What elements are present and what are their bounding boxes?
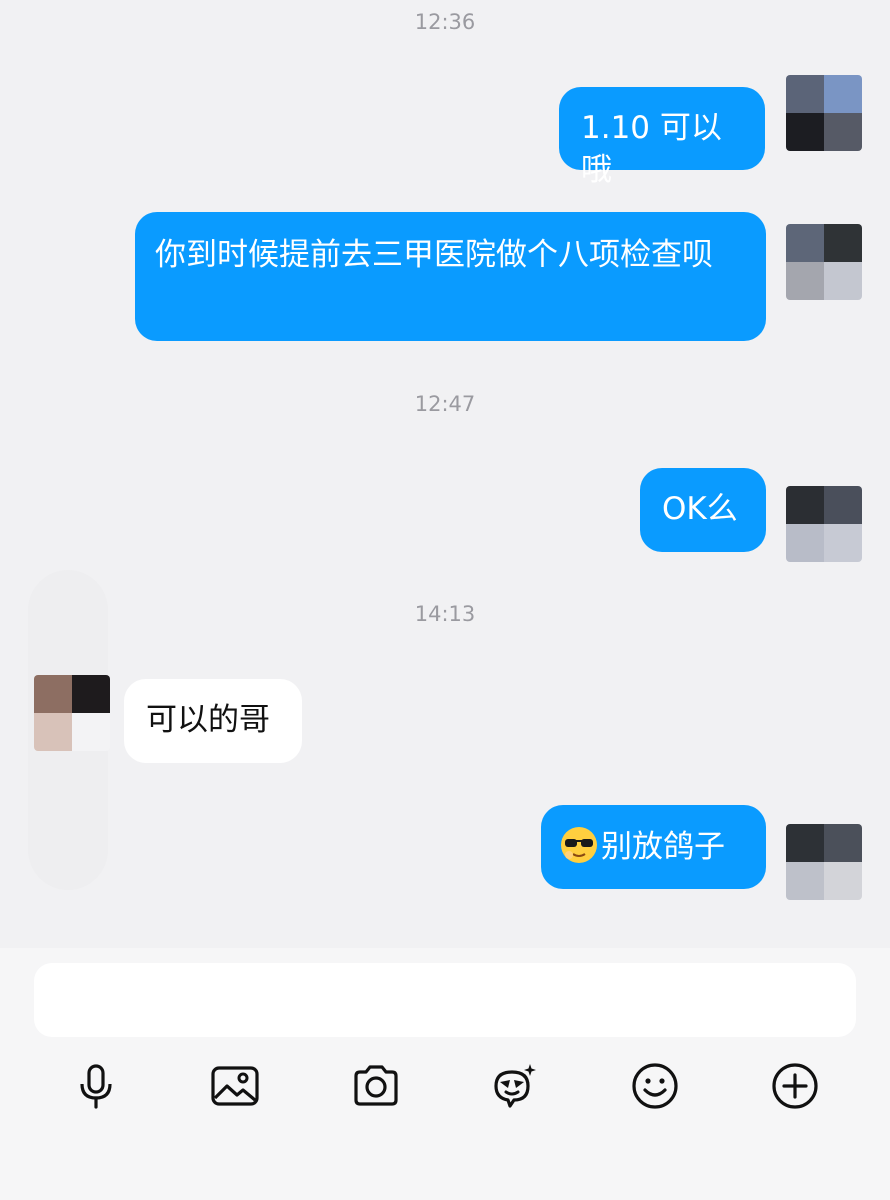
plus-icon xyxy=(772,1063,818,1109)
avatar[interactable] xyxy=(786,824,862,900)
message-text: 你到时候提前去三甲医院做个八项检查呗 xyxy=(155,237,713,273)
smiley-icon xyxy=(632,1063,678,1109)
voice-button[interactable] xyxy=(68,1058,124,1114)
sunglasses-face-icon xyxy=(559,825,599,865)
avatar[interactable] xyxy=(786,486,862,562)
timestamp: 14:13 xyxy=(414,602,476,626)
bottom-panel xyxy=(0,948,890,1200)
chat-area[interactable]: 12:36 1.10 可以哦 你到时候提前去三甲医院做个八项检查呗 12:47 … xyxy=(0,0,890,948)
avatar[interactable] xyxy=(786,75,862,151)
timestamp: 12:36 xyxy=(414,10,476,34)
message-bubble-outgoing[interactable]: 你到时候提前去三甲医院做个八项检查呗 xyxy=(135,212,766,341)
partial-timestamp xyxy=(0,939,890,951)
avatar[interactable] xyxy=(34,675,110,751)
avatar[interactable] xyxy=(786,224,862,300)
image-icon xyxy=(211,1066,259,1106)
message-text: 别放鸽子 xyxy=(601,829,725,865)
more-button[interactable] xyxy=(767,1058,823,1114)
message-text: 可以的哥 xyxy=(146,702,270,738)
sticker-icon xyxy=(494,1064,536,1108)
message-input[interactable] xyxy=(34,963,856,1037)
timestamp: 12:47 xyxy=(414,392,476,416)
message-text: 1.10 可以哦 xyxy=(581,110,722,188)
emoji-button[interactable] xyxy=(627,1058,683,1114)
photo-button[interactable] xyxy=(207,1058,263,1114)
message-bubble-outgoing[interactable]: 1.10 可以哦 xyxy=(559,87,765,188)
message-text: OK么 xyxy=(662,491,738,527)
sticker-button[interactable] xyxy=(486,1058,542,1114)
microphone-icon xyxy=(80,1064,112,1109)
message-bubble-outgoing[interactable]: OK么 xyxy=(640,468,766,552)
message-bubble-incoming[interactable]: 可以的哥 xyxy=(124,679,302,763)
message-bubble-outgoing[interactable]: 别放鸽子 xyxy=(541,805,766,889)
camera-button[interactable] xyxy=(348,1058,404,1114)
camera-icon xyxy=(354,1065,398,1106)
